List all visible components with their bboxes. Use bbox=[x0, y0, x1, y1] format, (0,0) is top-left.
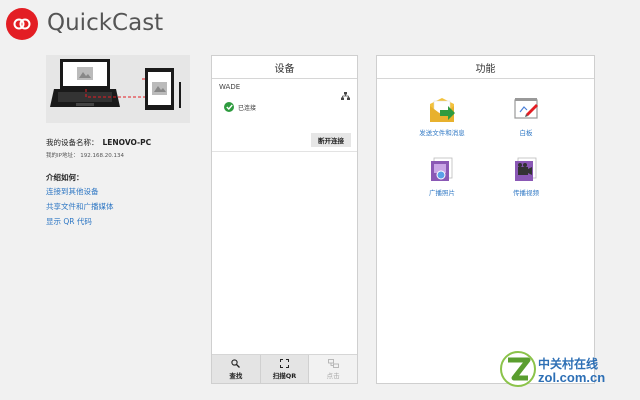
send-files-icon bbox=[430, 98, 455, 122]
whiteboard-label: 白板 bbox=[519, 129, 533, 137]
link-show-qr-code[interactable]: 显示 QR 代码 bbox=[46, 216, 92, 227]
scan-qr-button[interactable]: 扫描QR bbox=[261, 355, 310, 383]
devices-toolbar: 查找 扫描QR 点击 bbox=[212, 354, 358, 383]
tap-button-label: 点击 bbox=[326, 371, 340, 380]
connected-check-icon bbox=[224, 102, 234, 112]
zol-logo-icon bbox=[500, 350, 536, 392]
disconnect-button[interactable]: 断开连接 bbox=[311, 133, 351, 147]
howto-title: 介绍如何： bbox=[46, 173, 84, 182]
broadcast-photos-label: 广播照片 bbox=[429, 189, 455, 197]
device-status: 已连接 bbox=[224, 102, 256, 112]
device-status-label: 已连接 bbox=[238, 104, 257, 112]
device-name-value: LENOVO-PC bbox=[102, 138, 152, 147]
ip-value: 192.168.20.134 bbox=[80, 153, 124, 159]
tap-icon bbox=[327, 358, 339, 368]
broadcast-video-icon bbox=[515, 157, 537, 181]
find-button-label: 查找 bbox=[229, 371, 243, 380]
watermark-line2: zol.com.cn bbox=[538, 370, 606, 385]
device-name-wade[interactable]: WADE bbox=[219, 83, 240, 91]
link-share-files-broadcast-media[interactable]: 共享文件和广播媒体 bbox=[46, 201, 114, 212]
search-icon bbox=[231, 358, 241, 368]
broadcast-video-label: 传播视频 bbox=[513, 189, 539, 197]
tap-button[interactable]: 点击 bbox=[309, 355, 358, 383]
whiteboard-button[interactable]: 白板 bbox=[491, 96, 561, 137]
link-connect-other-devices[interactable]: 连接到其他设备 bbox=[46, 186, 99, 197]
send-files-messages-label: 发送文件和消息 bbox=[419, 129, 465, 137]
device-divider bbox=[212, 151, 357, 152]
broadcast-photos-button[interactable]: 广播照片 bbox=[407, 156, 477, 197]
features-panel-title: 功能 bbox=[377, 56, 594, 79]
find-button[interactable]: 查找 bbox=[212, 355, 261, 383]
broadcast-video-button[interactable]: 传播视频 bbox=[491, 156, 561, 197]
qr-scan-icon bbox=[280, 358, 289, 368]
connection-illustration bbox=[46, 55, 190, 123]
my-ip-address: 我的IP地址： 192.168.20.134 bbox=[46, 151, 124, 159]
device-name-label: 我的设备名称： bbox=[46, 138, 99, 147]
app-title: QuickCast bbox=[47, 10, 164, 36]
devices-panel: 设备 WADE 已连接 断开连接 查找 扫描QR 点击 bbox=[211, 55, 358, 384]
network-icon bbox=[341, 85, 350, 104]
devices-panel-title: 设备 bbox=[212, 56, 357, 79]
my-device-name: 我的设备名称： LENOVO-PC bbox=[46, 137, 151, 148]
ip-label: 我的IP地址： bbox=[46, 153, 79, 159]
scan-qr-button-label: 扫描QR bbox=[272, 371, 297, 380]
app-logo-icon bbox=[6, 8, 38, 40]
features-panel: 功能 发送文件和消息 白板 广播照片 传播视频 bbox=[376, 55, 595, 384]
broadcast-photo-icon bbox=[431, 157, 453, 181]
whiteboard-icon bbox=[514, 98, 538, 119]
send-files-messages-button[interactable]: 发送文件和消息 bbox=[407, 96, 477, 137]
